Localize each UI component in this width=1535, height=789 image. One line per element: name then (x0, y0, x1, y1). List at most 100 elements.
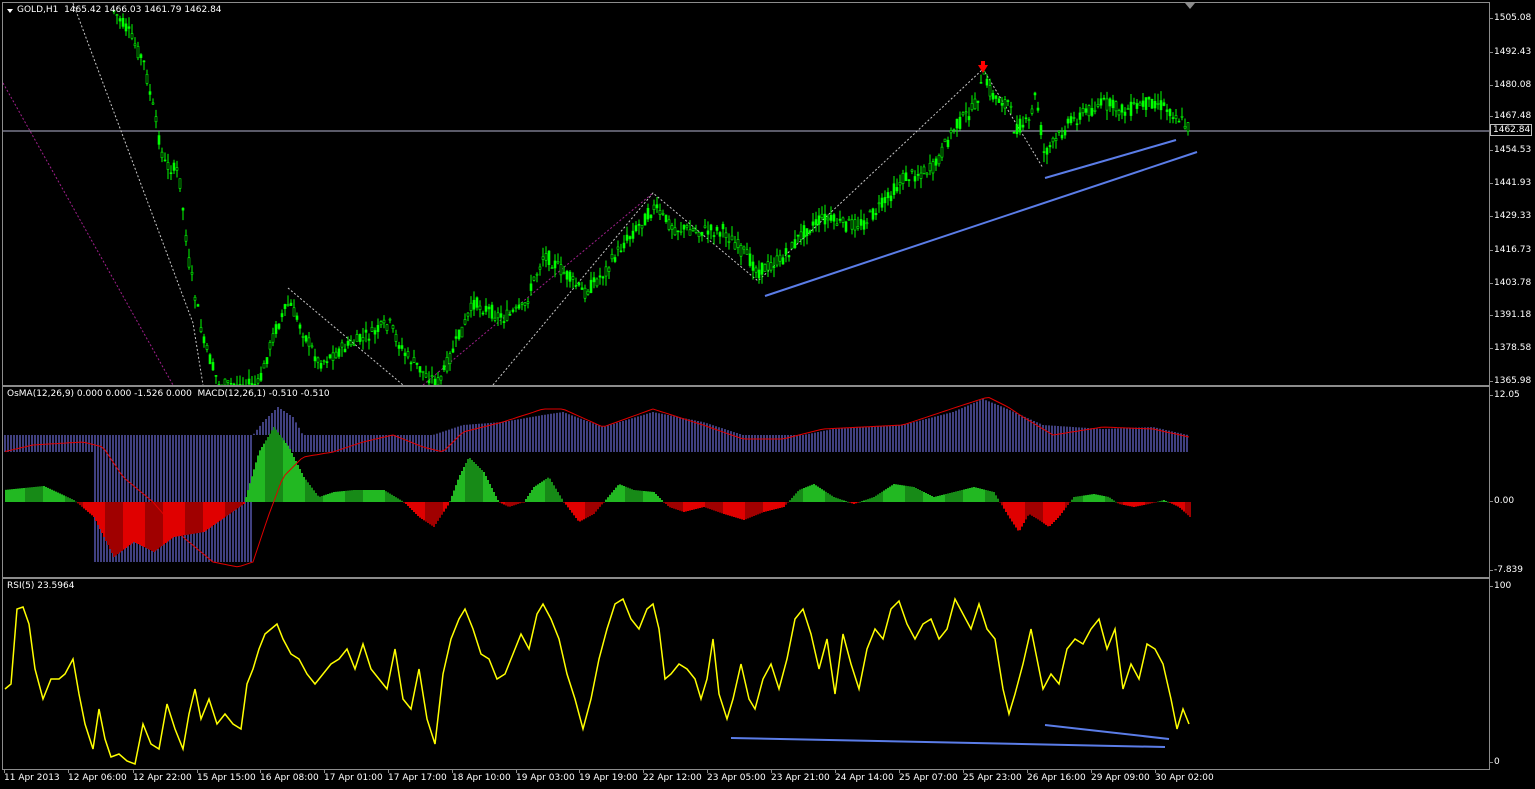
price-chart-canvas[interactable] (3, 3, 1489, 385)
shift-marker-icon[interactable] (1185, 3, 1195, 9)
candle-body (526, 301, 530, 304)
candle-body (1102, 97, 1106, 100)
osma-bar (605, 499, 607, 502)
candle-body (820, 213, 824, 218)
osma-bar (911, 486, 913, 502)
osma-bar (683, 502, 685, 512)
osma-bar (935, 496, 937, 502)
osma-bar (949, 493, 951, 502)
osma-bar (705, 502, 707, 508)
osma-bar (71, 499, 73, 502)
osma-bar (1175, 502, 1177, 506)
candle-body (511, 309, 515, 312)
osma-bar (357, 490, 359, 502)
osma-bar (597, 502, 599, 510)
candle-body (739, 245, 743, 257)
osma-bar (45, 486, 47, 502)
osma-bar (115, 502, 117, 556)
candle-body (1168, 109, 1172, 117)
osma-bar (815, 485, 817, 502)
osma-bar (985, 490, 987, 502)
osma-bar (1125, 502, 1127, 506)
osma-bar (891, 485, 893, 502)
osma-bar (363, 490, 365, 502)
osma-bar (449, 501, 451, 502)
chart-menu-arrow-icon[interactable] (7, 9, 13, 13)
candle-body (448, 353, 452, 364)
candle-body (211, 362, 215, 371)
osma-bar (505, 502, 507, 506)
osma-bar (401, 500, 403, 502)
osma-bar (195, 502, 197, 534)
osma-bar (829, 494, 831, 502)
candle-body (727, 241, 731, 243)
candle-body (202, 336, 206, 344)
price-scale-tick-label: 1480.08 (1488, 80, 1532, 90)
candle-body (256, 378, 260, 384)
osma-bar (121, 502, 123, 551)
candle-body (424, 373, 428, 378)
osma-bar (667, 502, 669, 506)
osma-bar (385, 491, 387, 502)
price-chart-pane[interactable]: GOLD,H1 1465.42 1466.03 1461.79 1462.84 (2, 2, 1490, 386)
osma-bar (465, 463, 467, 502)
time-axis-label: 12 Apr 22:00 (133, 769, 192, 783)
osma-bar (317, 495, 319, 502)
candle-body (466, 312, 470, 317)
candle-body (1186, 122, 1190, 132)
osma-bar (403, 502, 405, 503)
price-scale-tick-label: 1391.18 (1488, 310, 1532, 320)
time-axis[interactable]: 11 Apr 2013 12 Apr 06:00 12 Apr 22:00 15 Ap… (2, 769, 1490, 789)
candle-body (943, 138, 947, 143)
price-scale[interactable]: 1505.08 1492.43 1480.08 1467.48 1454.53 1441.… (1488, 2, 1535, 386)
osma-bar (875, 495, 877, 502)
osma-bar (175, 502, 177, 537)
time-axis-label: 19 Apr 03:00 (516, 769, 575, 783)
candle-body (637, 223, 641, 226)
osma-bar (421, 502, 423, 519)
osma-bar (127, 502, 129, 547)
price-scale-tick-label: 1505.08 (1488, 13, 1532, 23)
osma-bar (729, 502, 731, 516)
candle-body (805, 228, 809, 237)
osma-bar (239, 502, 241, 507)
candle-body (832, 214, 836, 222)
osma-bar (1181, 502, 1183, 510)
osma-bar (783, 502, 785, 507)
osma-bar (155, 502, 157, 551)
candle-body (1075, 123, 1079, 126)
macd-scale[interactable]: 12.05 0.00 -7.839 (1488, 386, 1535, 578)
candle-body (955, 118, 959, 129)
osma-bar (407, 502, 409, 506)
candle-body (1165, 109, 1169, 112)
candle-body (451, 348, 455, 353)
candle-body (199, 327, 203, 332)
osma-bar (559, 495, 561, 502)
osma-bar (329, 493, 331, 502)
candle-body (814, 219, 818, 226)
candle-body (742, 246, 746, 250)
rsi-scale[interactable]: 100 0 (1488, 578, 1535, 770)
osma-bar (455, 485, 457, 502)
candle-body (760, 262, 764, 275)
osma-bar (1097, 494, 1099, 502)
osma-bar (1187, 502, 1189, 516)
candle-body (385, 324, 389, 331)
candle-body (664, 214, 668, 222)
rsi-indicator-pane[interactable]: RSI(5) 23.5964 (2, 578, 1490, 770)
osma-bar (765, 502, 767, 512)
osma-bar (755, 502, 757, 516)
macd-indicator-pane[interactable]: OsMA(12,26,9) 0.000 0.000 -1.526 0.000 M… (2, 386, 1490, 578)
osma-bar (567, 502, 569, 508)
osma-bar (1105, 496, 1107, 502)
candle-body (1123, 111, 1127, 116)
osma-bar (1043, 502, 1045, 524)
osma-bar (747, 502, 749, 519)
osma-bar (477, 466, 479, 502)
osma-bar (537, 484, 539, 502)
osma-bar (1011, 502, 1013, 522)
osma-bar (583, 502, 585, 520)
osma-bar (937, 496, 939, 502)
candle-body (490, 304, 494, 319)
candle-body (745, 249, 749, 255)
